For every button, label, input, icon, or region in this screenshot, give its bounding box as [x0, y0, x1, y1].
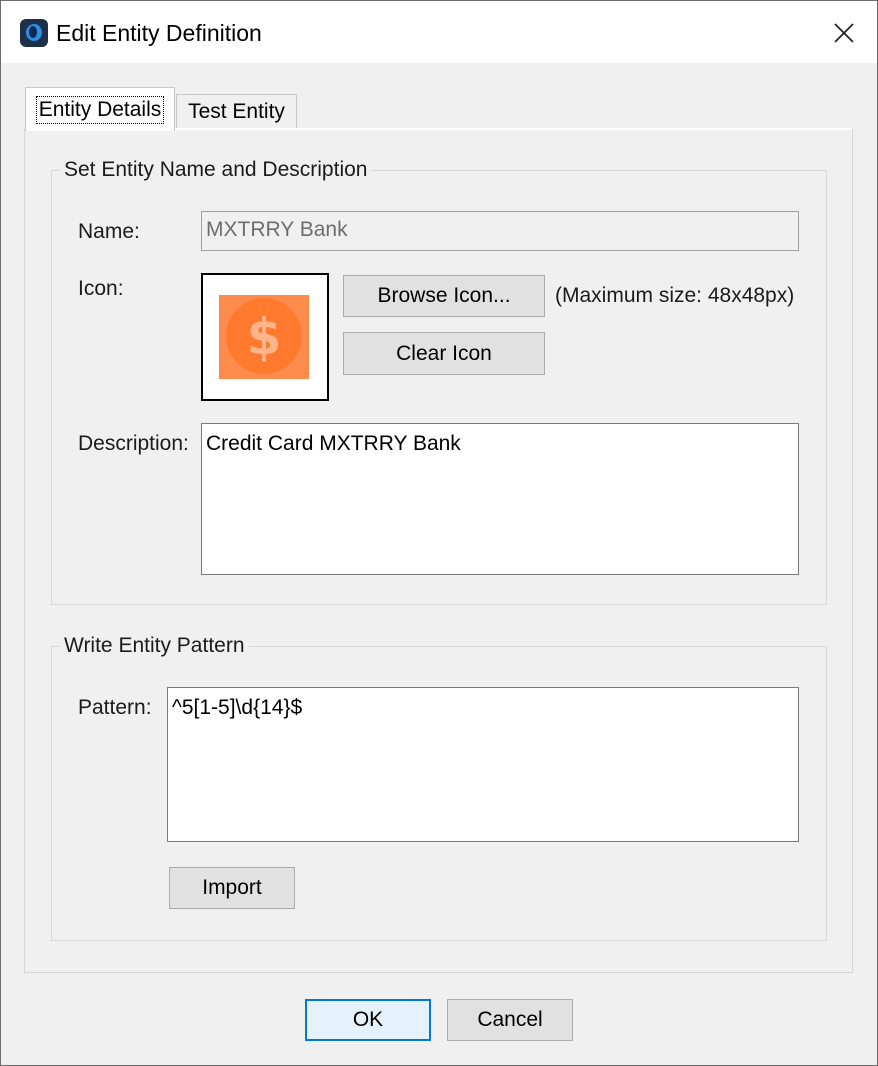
edit-entity-dialog: Edit Entity Definition Entity Details Te…: [0, 0, 878, 1066]
group-legend: Write Entity Pattern: [60, 633, 249, 659]
icon-size-hint: (Maximum size: 48x48px): [555, 284, 795, 307]
tab-test-entity[interactable]: Test Entity: [176, 94, 297, 128]
browse-icon-button[interactable]: Browse Icon...: [343, 275, 545, 317]
icon-label: Icon:: [78, 277, 124, 300]
cancel-button[interactable]: Cancel: [447, 999, 573, 1041]
name-label: Name:: [78, 220, 140, 243]
title-bar: Edit Entity Definition: [1, 1, 877, 63]
tab-test-entity-label: Test Entity: [188, 99, 285, 123]
app-icon: [20, 19, 48, 47]
window-title: Edit Entity Definition: [56, 20, 262, 46]
money-dollar-icon: $: [219, 295, 309, 379]
tab-entity-details-label: Entity Details: [35, 95, 165, 124]
pattern-label: Pattern:: [78, 696, 152, 719]
clear-icon-button[interactable]: Clear Icon: [343, 332, 545, 375]
name-field[interactable]: MXTRRY Bank: [201, 211, 799, 251]
description-textarea[interactable]: Credit Card MXTRRY Bank: [201, 423, 799, 575]
description-label: Description:: [78, 432, 189, 455]
close-icon: [834, 23, 854, 43]
group-legend: Set Entity Name and Description: [60, 157, 372, 183]
ok-button[interactable]: OK: [305, 999, 431, 1041]
close-button[interactable]: [821, 13, 867, 53]
icon-preview: $: [201, 273, 329, 401]
tab-entity-details[interactable]: Entity Details: [25, 87, 175, 131]
import-button[interactable]: Import: [169, 867, 295, 909]
pattern-textarea[interactable]: ^5[1-5]\d{14}$: [167, 687, 799, 842]
